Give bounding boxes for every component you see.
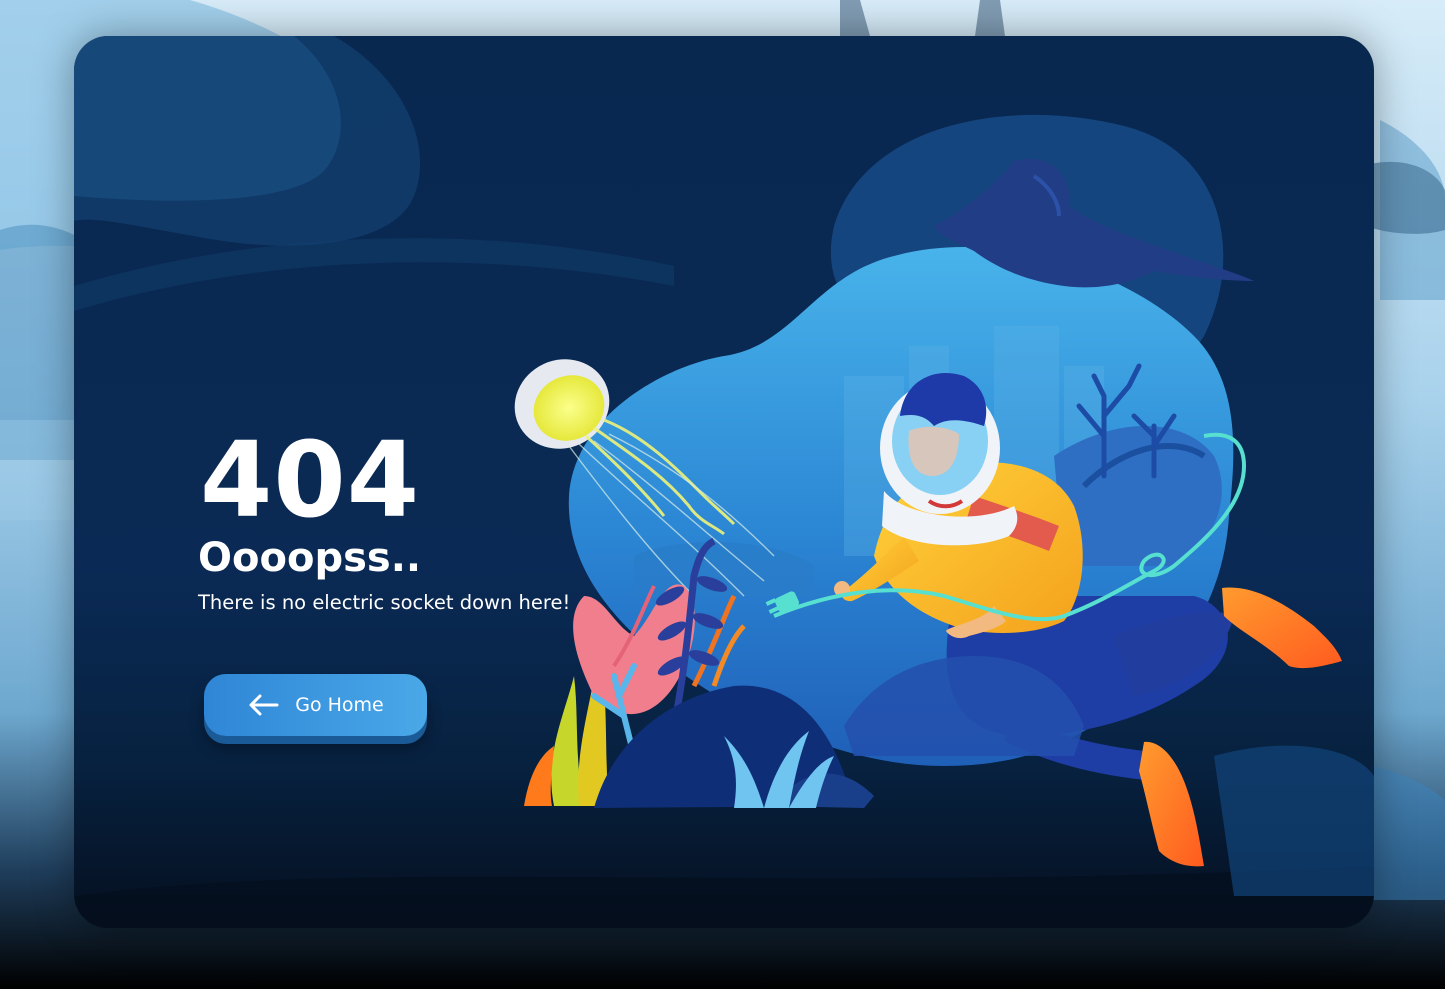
error-code: 404 (200, 419, 421, 541)
error-message: There is no electric socket down here! (198, 591, 571, 614)
error-headline: Oooopss.. (198, 535, 422, 581)
go-home-label: Go Home (295, 694, 384, 716)
go-home-button[interactable]: Go Home (204, 674, 427, 736)
error-card: 404 Oooopss.. There is no electric socke… (74, 36, 1374, 928)
arrow-left-icon (247, 693, 281, 717)
